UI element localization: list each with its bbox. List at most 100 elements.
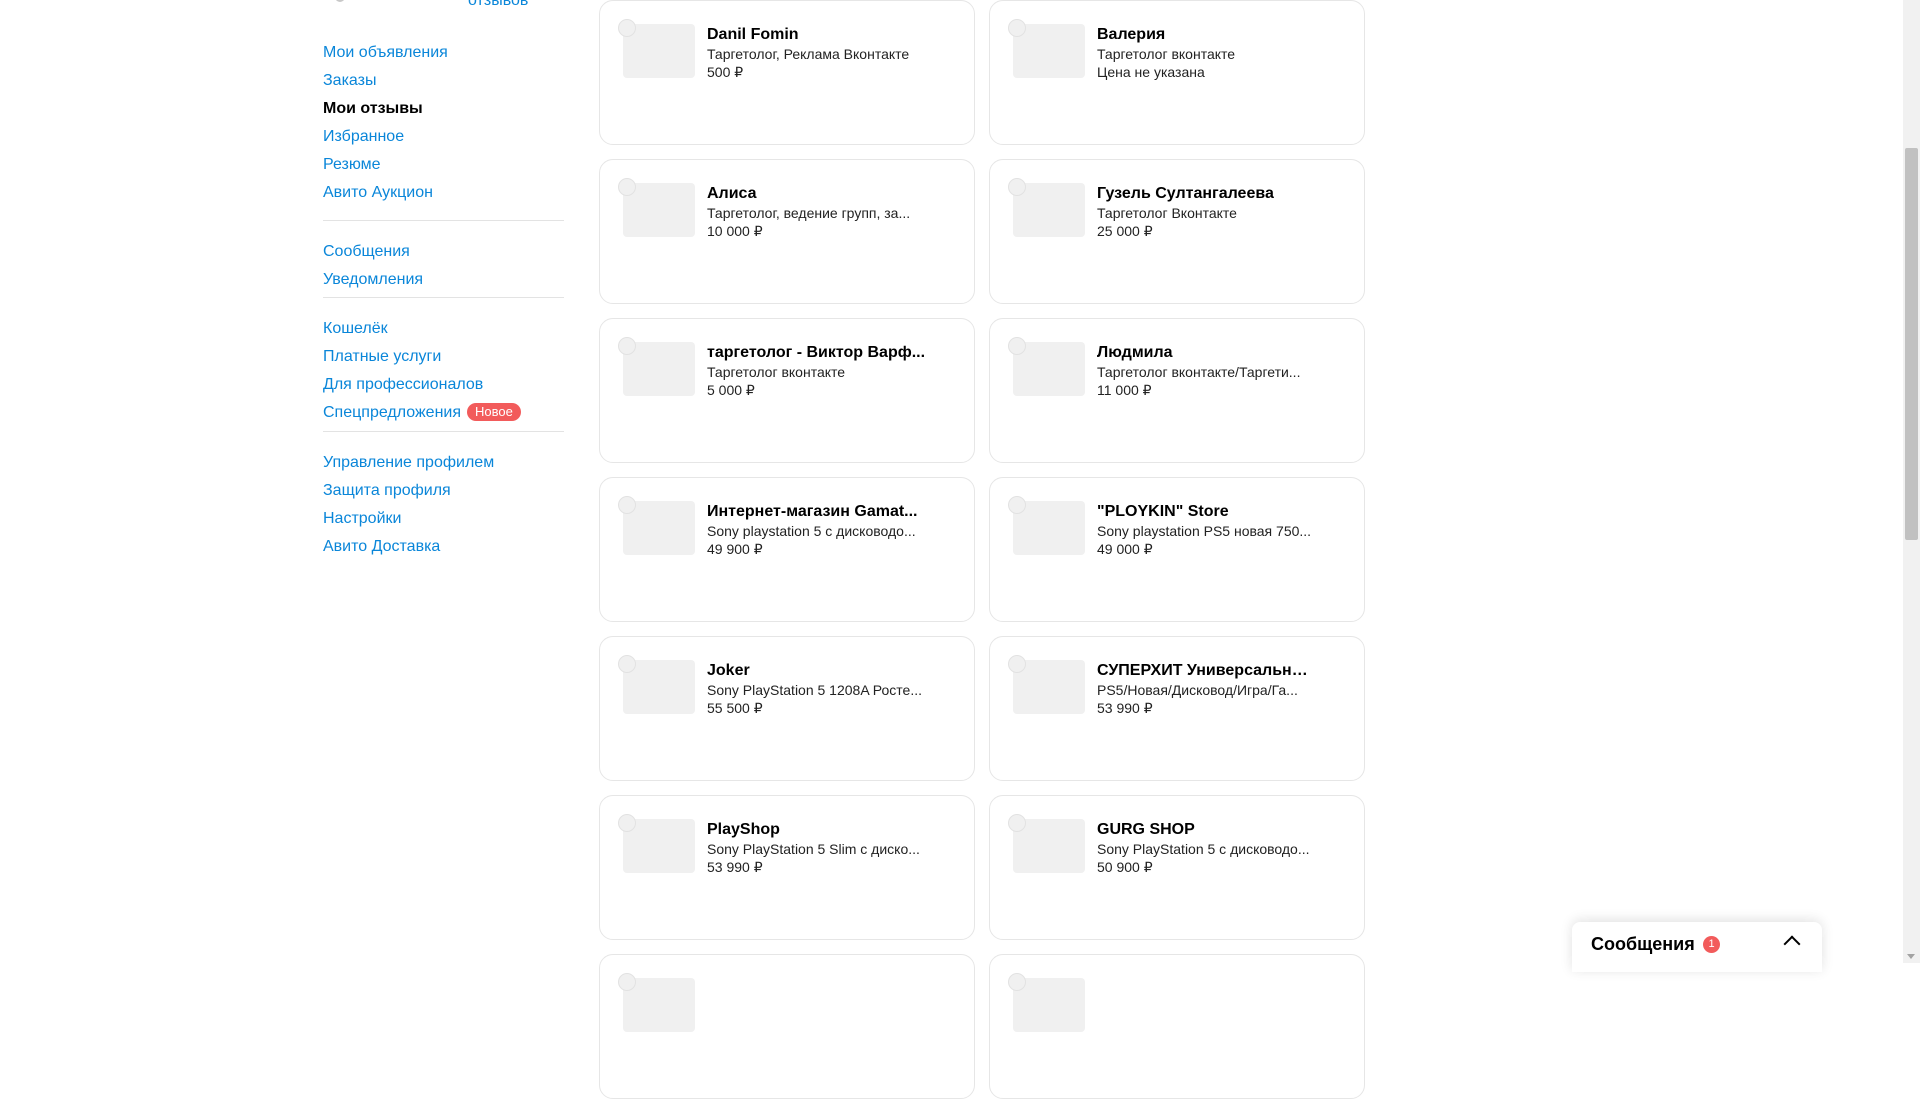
scrollbar-thumb[interactable]	[1905, 148, 1918, 540]
review-card[interactable]: GURG SHOP Sony PlayStation 5 с дисководо.…	[989, 795, 1365, 940]
review-card[interactable]	[989, 954, 1365, 1099]
card-description: Sony PlayStation 5 1208A Росте...	[707, 682, 923, 698]
card-price: 53 990 ₽	[707, 859, 763, 875]
review-card[interactable]	[599, 954, 975, 1099]
card-description: Таргетолог, ведение групп, за...	[707, 205, 911, 221]
rating-fragment	[335, 0, 345, 2]
card-price: 25 000 ₽	[1097, 223, 1153, 239]
card-seller-name: таргетолог - Виктор Варф...	[707, 344, 926, 361]
page-scrollbar[interactable]	[1903, 0, 1920, 963]
card-price: 10 000 ₽	[707, 223, 763, 239]
card-description: Sony playstation 5 с дисководо...	[707, 523, 916, 539]
review-card[interactable]: Валерия Таргетолог вконтакте Цена не указа…	[989, 0, 1365, 145]
sidebar-item-profile-security[interactable]: Защита профиля	[323, 481, 451, 501]
sidebar-item-label: Платные услуги	[323, 348, 442, 365]
card-seller-name: "PLOYKIN" Store	[1097, 503, 1229, 520]
chevron-up-icon[interactable]	[1783, 935, 1801, 953]
card-seller-name: Интернет-магазин Gamat...	[707, 503, 918, 520]
sidebar-item-settings[interactable]: Настройки	[323, 509, 401, 529]
messages-widget[interactable]: Сообщения 1	[1572, 922, 1822, 972]
card-seller-name: Danil Fomin	[707, 26, 799, 43]
sidebar-item-my-reviews: Мои отзывы	[323, 99, 423, 119]
avatar	[1008, 178, 1026, 196]
avatar	[618, 814, 636, 832]
review-card[interactable]: "PLOYKIN" Store Sony playstation PS5 нова…	[989, 477, 1365, 622]
review-card[interactable]: Интернет-магазин Gamat... Sony playstatio…	[599, 477, 975, 622]
sidebar-item-label: Сообщения	[323, 243, 410, 260]
avatar	[1008, 337, 1026, 355]
card-seller-name: СУПЕРХИТ Универсальны...	[1097, 662, 1317, 679]
sidebar-item-label: Заказы	[323, 72, 377, 89]
sidebar-item-wallet[interactable]: Кошелёк	[323, 319, 388, 339]
sidebar-item-notifications[interactable]: Уведомления	[323, 270, 423, 290]
sidebar-item-label: Мои объявления	[323, 44, 448, 61]
sidebar-item-special-offers[interactable]: Спецпредложения Новое	[323, 403, 521, 423]
sidebar-item-label: Защита профиля	[323, 482, 451, 499]
sidebar-item-favorites[interactable]: Избранное	[323, 127, 404, 147]
scroll-down-arrow-icon[interactable]	[1907, 954, 1915, 959]
messages-count-badge: 1	[1703, 936, 1720, 953]
sidebar-item-label: Кошелёк	[323, 320, 388, 337]
avatar	[1008, 19, 1026, 37]
sidebar-item-messages[interactable]: Сообщения	[323, 242, 410, 262]
review-card[interactable]: Гузель Султангалеева Таргетолог Вконтакте…	[989, 159, 1365, 304]
review-card[interactable]: Danil Fomin Таргетолог, Реклама Вконтакте…	[599, 0, 975, 145]
card-description: Sony PlayStation 5 с дисководо...	[1097, 841, 1310, 857]
avatar	[1008, 814, 1026, 832]
card-price: 11 000 ₽	[1097, 382, 1152, 398]
card-price: 49 000 ₽	[1097, 541, 1153, 557]
card-description: Sony playstation PS5 новая 750...	[1097, 523, 1312, 539]
card-description: Таргетолог вконтакте	[707, 364, 846, 380]
card-seller-name: Joker	[707, 662, 750, 679]
sidebar-item-label: Резюме	[323, 156, 381, 173]
card-description: Sony PlayStation 5 Slim с диско...	[707, 841, 920, 857]
card-price: 500 ₽	[707, 64, 744, 80]
review-card[interactable]: СУПЕРХИТ Универсальны... PS5/Новая/Дисков…	[989, 636, 1365, 781]
sidebar-item-label: Избранное	[323, 128, 405, 145]
sidebar-item-paid-services[interactable]: Платные услуги	[323, 347, 441, 367]
avatar	[618, 655, 636, 673]
avatar	[1008, 496, 1026, 514]
card-price: 53 990 ₽	[1097, 700, 1153, 716]
sidebar-item-delivery[interactable]: Авито Доставка	[323, 537, 440, 557]
card-price: 50 900 ₽	[1097, 859, 1153, 875]
sidebar-item-my-ads[interactable]: Мои объявления	[323, 43, 448, 63]
card-price: 5 000 ₽	[707, 382, 755, 398]
sidebar-item-profile-management[interactable]: Управление профилем	[323, 453, 494, 473]
sidebar-item-label: Мои отзывы	[323, 100, 423, 117]
sidebar-item-auction[interactable]: Авито Аукцион	[323, 183, 433, 203]
card-price: Цена не указана	[1097, 64, 1205, 80]
new-badge: Новое	[467, 403, 521, 421]
avatar	[1008, 655, 1026, 673]
card-description: Таргетолог, Реклама Вконтакте	[707, 46, 910, 62]
card-price: 55 500 ₽	[707, 700, 763, 716]
avatar	[618, 496, 636, 514]
sidebar-divider	[323, 297, 564, 298]
card-seller-name: GURG SHOP	[1097, 821, 1195, 838]
sidebar-item-label: Для профессионалов	[323, 376, 484, 393]
sidebar-item-label: Спецпредложения	[323, 404, 461, 421]
review-card[interactable]: Joker Sony PlayStation 5 1208A Росте... 55…	[599, 636, 975, 781]
sidebar-item-label: Настройки	[323, 510, 402, 527]
reviews-count-link[interactable]: отзывов	[468, 0, 528, 10]
review-card[interactable]: Людмила Таргетолог вконтакте/Таргети... 11…	[989, 318, 1365, 463]
sidebar-item-label: Авито Аукцион	[323, 184, 433, 201]
avatar	[618, 19, 636, 37]
card-description: Таргетолог вконтакте/Таргети...	[1097, 364, 1301, 380]
review-card[interactable]: Алиса Таргетолог, ведение групп, за... 10 …	[599, 159, 975, 304]
sidebar-item-for-pros[interactable]: Для профессионалов	[323, 375, 483, 395]
card-seller-name: Алиса	[707, 185, 757, 202]
card-description: Таргетолог вконтакте	[1097, 46, 1236, 62]
card-description: Таргетолог Вконтакте	[1097, 205, 1237, 221]
sidebar-item-resume[interactable]: Резюме	[323, 155, 381, 175]
card-seller-name: Валерия	[1097, 26, 1166, 43]
avatar	[618, 973, 636, 991]
messages-widget-title: Сообщения	[1591, 934, 1695, 954]
avatar	[618, 337, 636, 355]
card-seller-name: Людмила	[1097, 344, 1173, 361]
review-card[interactable]: таргетолог - Виктор Варф... Таргетолог вк…	[599, 318, 975, 463]
card-seller-name: Гузель Султангалеева	[1097, 185, 1274, 202]
review-card[interactable]: PlayShop Sony PlayStation 5 Slim с диско.…	[599, 795, 975, 940]
sidebar-divider	[323, 431, 564, 432]
sidebar-item-orders[interactable]: Заказы	[323, 71, 376, 91]
